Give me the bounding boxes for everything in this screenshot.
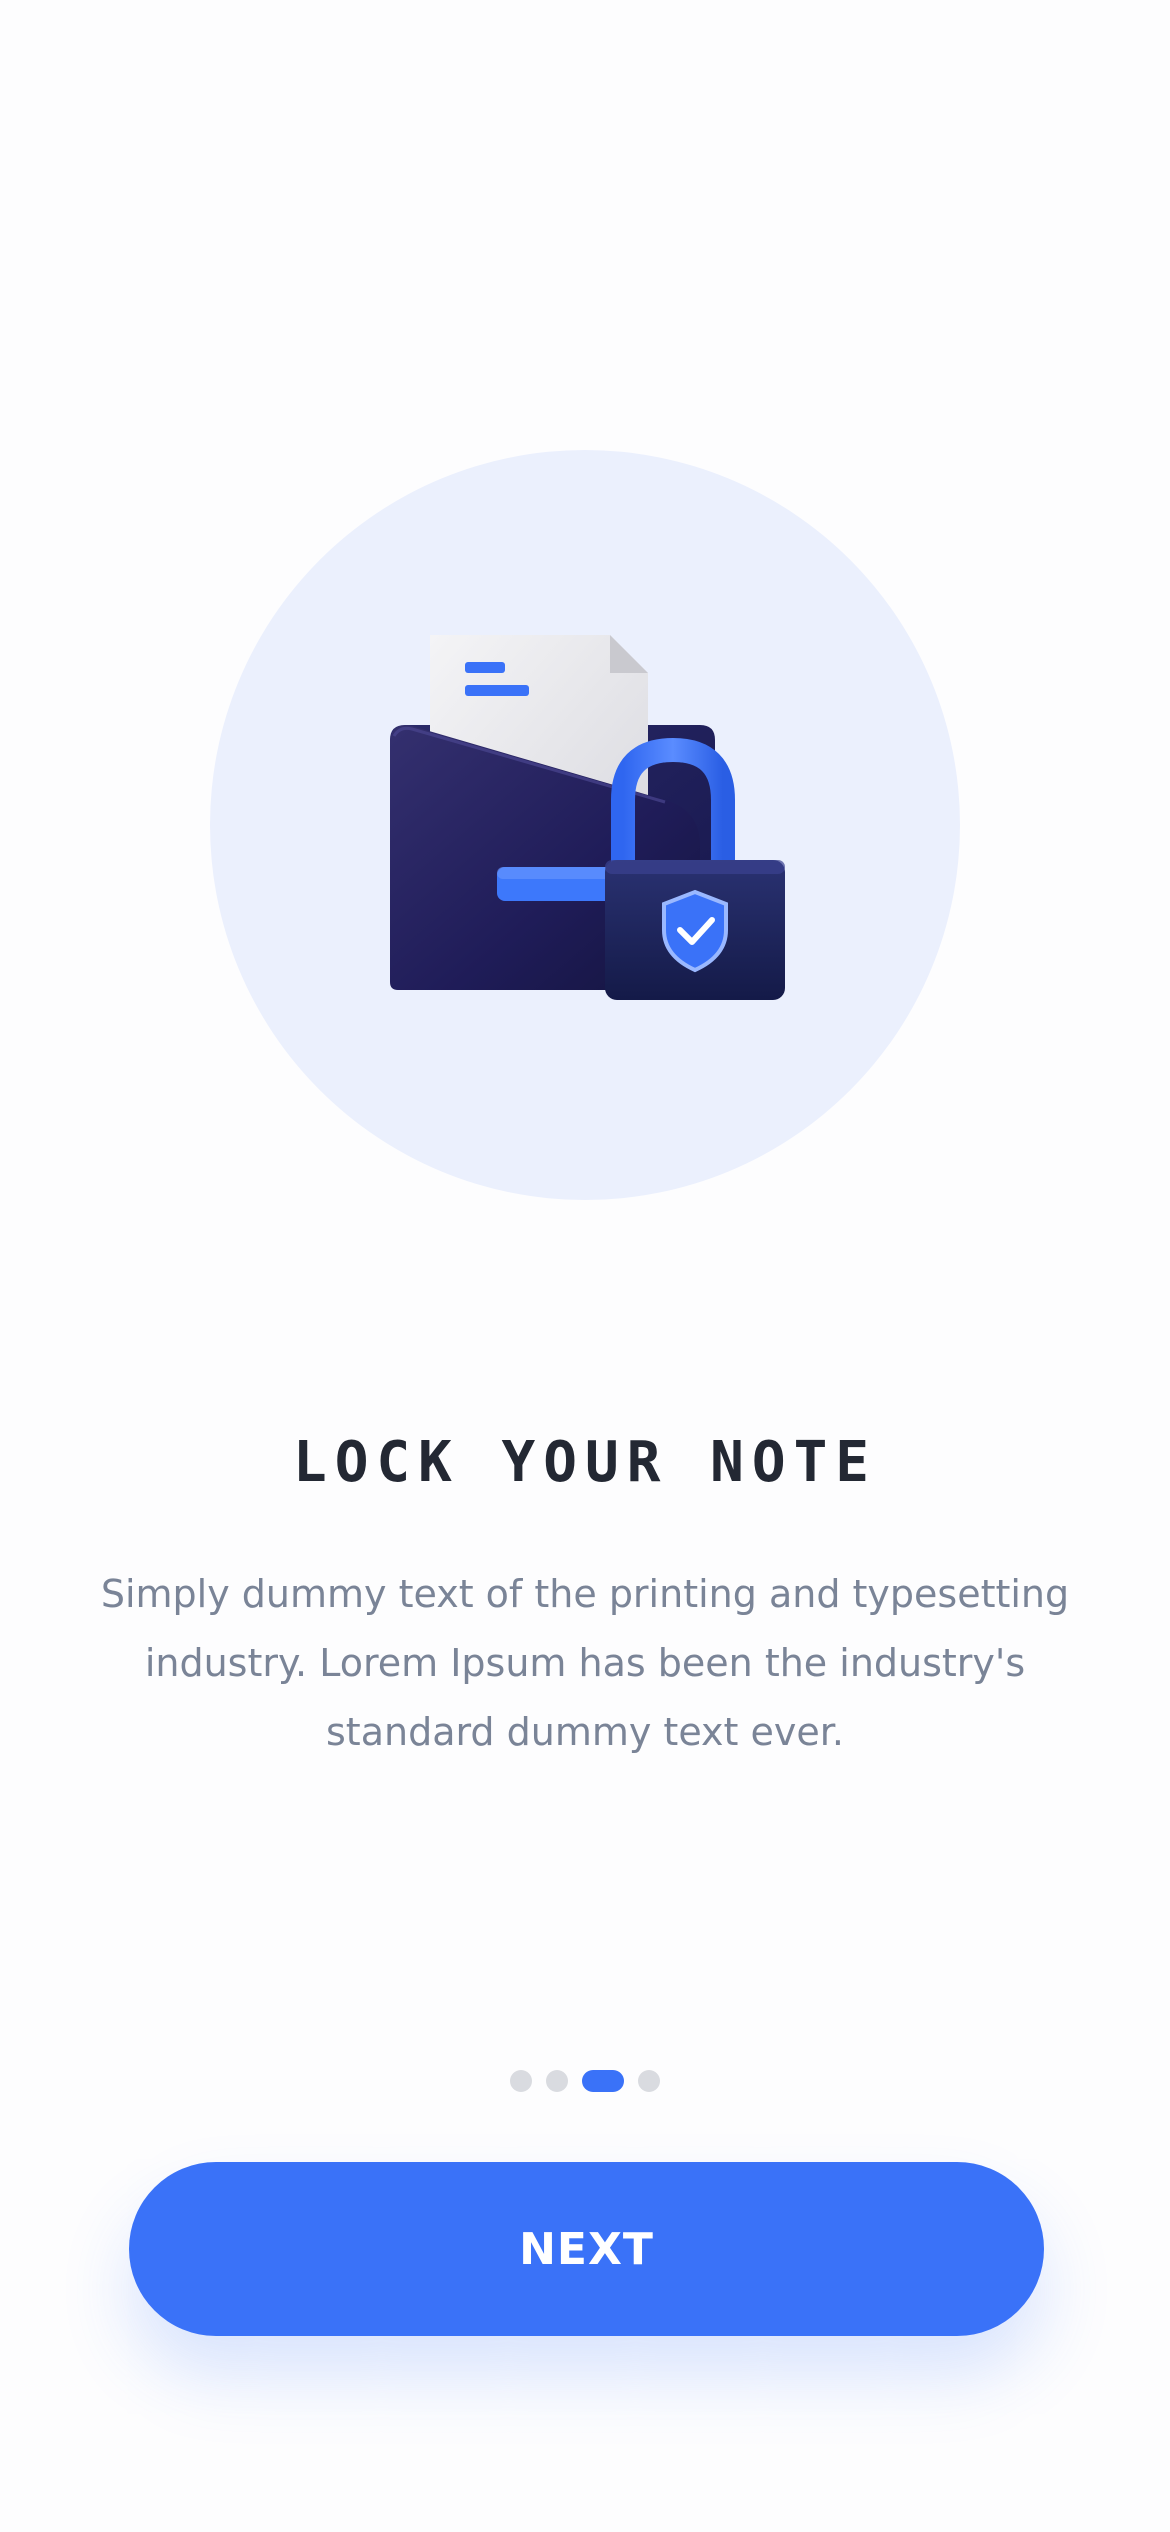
page-dot-1[interactable] [510, 2070, 532, 2092]
onboarding-description: Simply dummy text of the printing and ty… [100, 1572, 1070, 1754]
page-dot-3-active[interactable] [582, 2070, 624, 2092]
onboarding-screen: LOCK YOUR NOTE Simply dummy text of the … [0, 0, 1170, 2532]
folder-lock-icon [390, 635, 785, 1000]
page-dot-2[interactable] [546, 2070, 568, 2092]
next-button[interactable]: NEXT [129, 2162, 1044, 2336]
page-indicator [0, 2070, 1170, 2092]
onboarding-title: LOCK YOUR NOTE [292, 1430, 877, 1495]
page-dot-4[interactable] [638, 2070, 660, 2092]
